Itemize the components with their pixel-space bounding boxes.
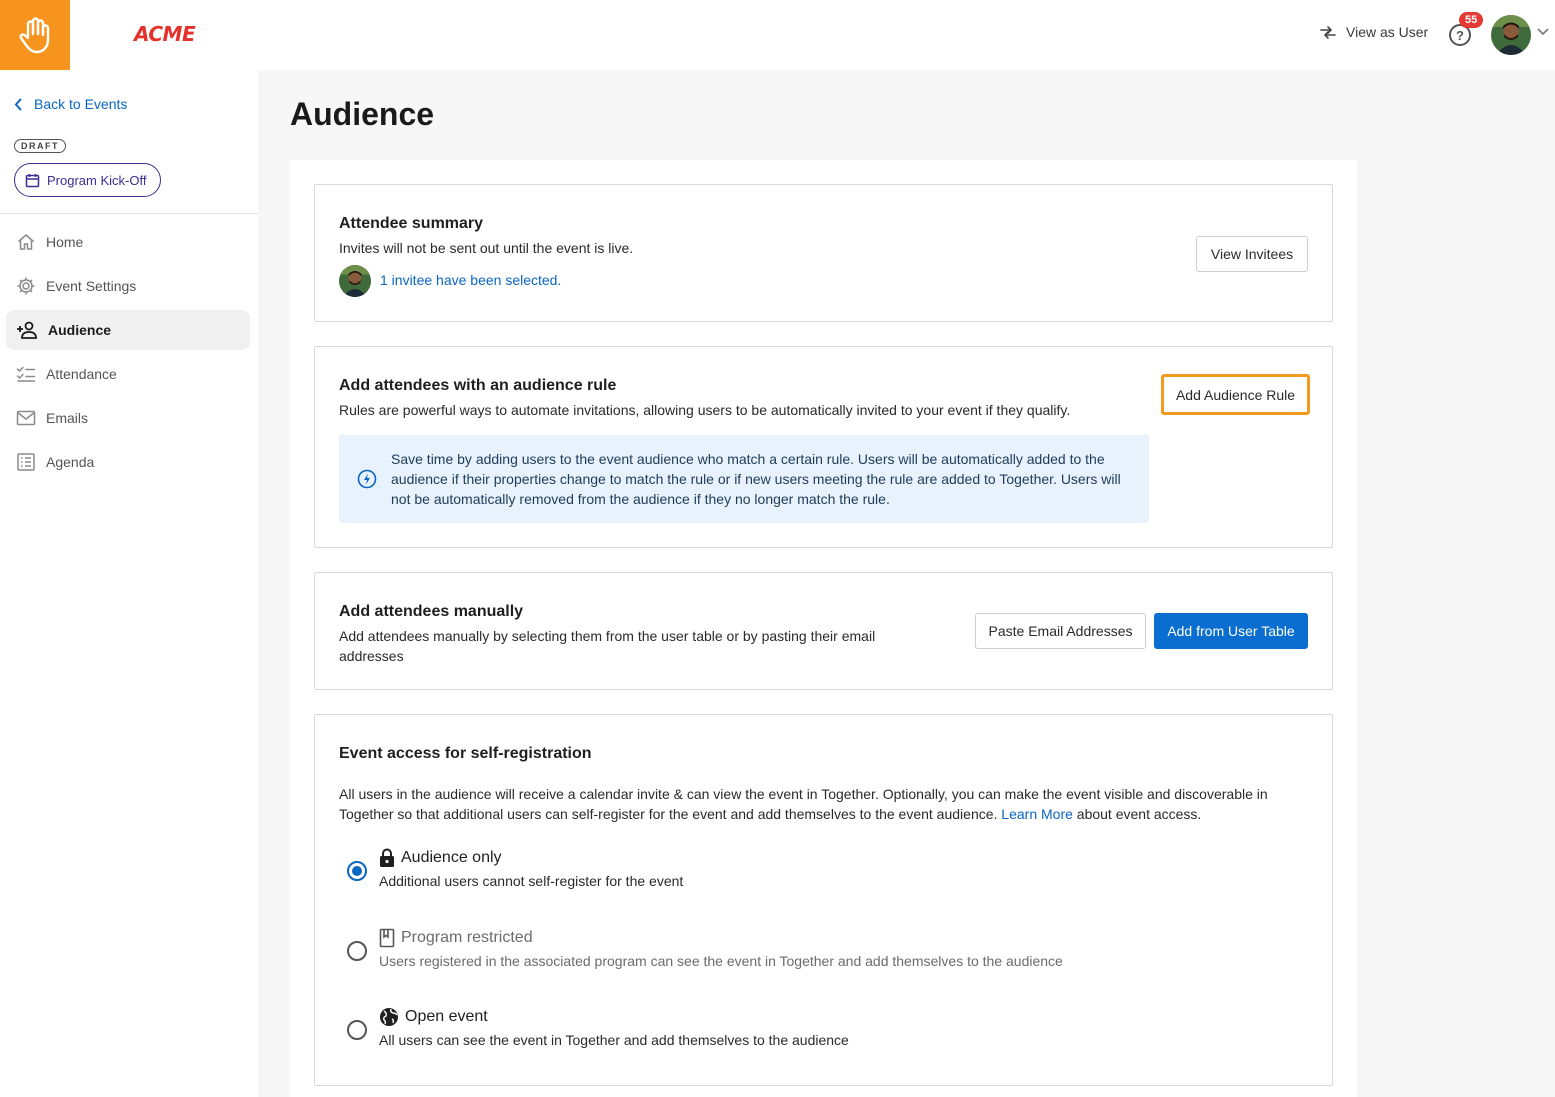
view-as-user-button[interactable]: View as User: [1318, 24, 1428, 40]
draft-badge: DRAFT: [14, 139, 66, 153]
sidebar-item-audience[interactable]: Audience: [6, 310, 250, 350]
sidebar-item-label: Home: [46, 234, 84, 250]
add-audience-rule-button[interactable]: Add Audience Rule: [1161, 374, 1310, 415]
sidebar-item-label: Emails: [46, 410, 89, 426]
sidebar-item-emails[interactable]: Emails: [6, 398, 250, 438]
paste-email-addresses-button[interactable]: Paste Email Addresses: [975, 613, 1146, 649]
together-logo[interactable]: [0, 0, 70, 70]
add-from-user-table-button[interactable]: Add from User Table: [1154, 613, 1308, 649]
option-audience-only: Audience only: [379, 848, 502, 868]
mail-icon: [16, 410, 36, 426]
invitees-selected-link[interactable]: 1 invitee have been selected.: [380, 272, 561, 288]
attendee-summary-subtitle: Invites will not be sent out until the e…: [339, 240, 634, 256]
hand-wave-icon: [19, 17, 50, 54]
event-name-label: Program Kick-Off: [47, 172, 147, 188]
top-bar: ACME View as User ? 55: [0, 0, 1555, 70]
sidebar-item-attendance[interactable]: Attendance: [6, 354, 250, 394]
invitee-avatar: [339, 265, 371, 297]
sidebar-item-label: Attendance: [46, 366, 117, 382]
sidebar-item-agenda[interactable]: Agenda: [6, 442, 250, 482]
sidebar-item-label: Event Settings: [46, 278, 137, 294]
option-description: Additional users cannot self-register fo…: [379, 873, 684, 889]
audience-rule-info-box: Save time by adding users to the event a…: [339, 435, 1149, 523]
event-access-title: Event access for self-registration: [339, 745, 592, 762]
sidebar-item-label: Agenda: [46, 454, 95, 470]
checklist-icon: [16, 366, 36, 382]
lightning-bolt-icon: [357, 469, 377, 489]
book-icon: [379, 928, 395, 948]
option-description: Users registered in the associated progr…: [379, 953, 1063, 969]
view-invitees-button[interactable]: View Invitees: [1196, 236, 1308, 272]
option-program-restricted: Program restricted: [379, 928, 533, 948]
radio-open-event[interactable]: [347, 1020, 367, 1040]
radio-audience-only[interactable]: [347, 861, 367, 881]
sidebar: Back to Events DRAFT Program Kick-Off Ho…: [0, 70, 258, 1097]
globe-icon: [380, 1008, 398, 1026]
audience-rule-card: Add attendees with an audience rule Rule…: [314, 346, 1333, 548]
user-avatar[interactable]: [1491, 15, 1531, 55]
add-manually-title: Add attendees manually: [339, 603, 524, 620]
option-title: Program restricted: [401, 929, 533, 946]
audience-rule-info-text: Save time by adding users to the event a…: [391, 451, 1121, 507]
view-as-user-label: View as User: [1346, 24, 1429, 40]
list-icon: [17, 453, 35, 471]
chevron-left-icon: [14, 97, 22, 111]
gear-icon: [17, 277, 35, 295]
attendee-summary-title: Attendee summary: [339, 215, 484, 232]
add-person-icon: [17, 321, 37, 339]
add-manually-subtitle: Add attendees manually by selecting them…: [339, 628, 876, 664]
calendar-icon: [25, 173, 40, 187]
add-manually-card: Add attendees manually Add attendees man…: [314, 572, 1333, 690]
option-title: Audience only: [401, 849, 502, 866]
option-title: Open event: [405, 1008, 488, 1025]
sidebar-divider: [0, 213, 258, 214]
chevron-down-icon[interactable]: [1537, 28, 1549, 36]
swap-arrows-icon: [1320, 26, 1336, 39]
event-access-description-tail: about event access.: [1076, 806, 1202, 822]
home-icon: [18, 234, 34, 250]
attendee-summary-card: Attendee summary Invites will not be sen…: [314, 184, 1333, 322]
event-access-card: Event access for self-registration All u…: [314, 714, 1333, 1086]
sidebar-item-event-settings[interactable]: Event Settings: [6, 266, 250, 306]
event-access-description: All users in the audience will receive a…: [339, 784, 1299, 824]
back-to-events-label: Back to Events: [34, 96, 128, 112]
sidebar-nav: Home Event Settings Audience Attendance …: [6, 222, 250, 486]
sidebar-item-label: Audience: [48, 322, 112, 338]
sidebar-item-home[interactable]: Home: [6, 222, 250, 262]
lock-icon: [380, 848, 394, 867]
learn-more-link[interactable]: Learn More: [1001, 806, 1073, 822]
audience-rule-subtitle: Rules are powerful ways to automate invi…: [339, 402, 1071, 418]
back-to-events-link[interactable]: Back to Events: [14, 96, 127, 112]
option-open-event: Open event: [379, 1007, 488, 1027]
audience-rule-title: Add attendees with an audience rule: [339, 377, 617, 394]
option-description: All users can see the event in Together …: [379, 1032, 849, 1048]
event-name-chip[interactable]: Program Kick-Off: [14, 163, 162, 197]
radio-program-restricted[interactable]: [347, 941, 367, 961]
notification-badge: 55: [1459, 12, 1484, 28]
brand-logo-text: ACME: [134, 22, 196, 46]
page-title: Audience: [290, 96, 435, 132]
